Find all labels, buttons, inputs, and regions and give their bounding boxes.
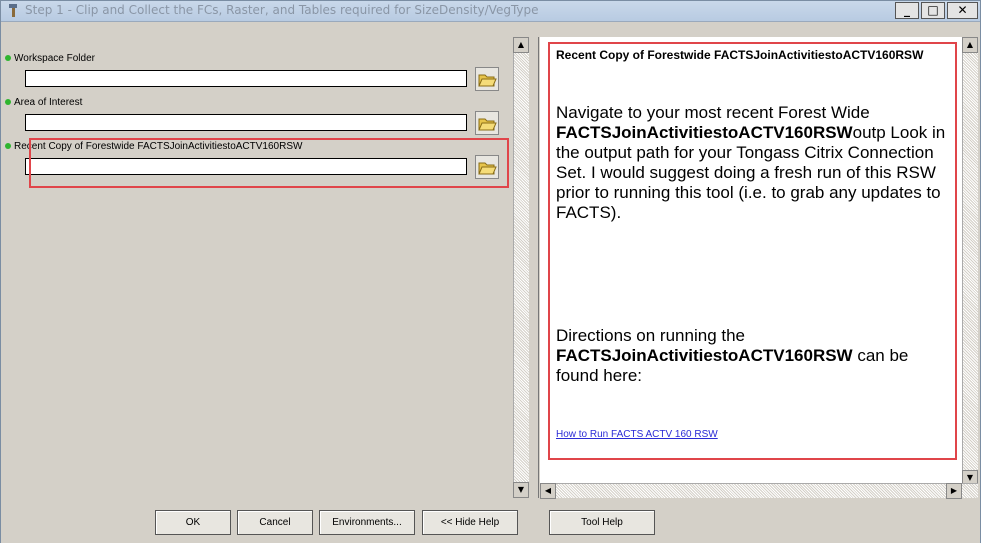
open-folder-icon: [478, 118, 497, 131]
scroll-left-arrow-icon[interactable]: ◀: [540, 483, 556, 499]
scroll-right-arrow-icon[interactable]: ▶: [946, 483, 962, 499]
cancel-button[interactable]: Cancel: [237, 510, 313, 535]
scroll-down-arrow-icon[interactable]: ▼: [513, 482, 529, 498]
tool-help-button[interactable]: Tool Help: [549, 510, 655, 535]
help-paragraph-2: Directions on running the FACTSJoinActiv…: [556, 326, 909, 385]
hammer-tool-icon: [9, 4, 17, 17]
param-label-workspace-folder: Workspace Folder: [5, 53, 95, 64]
recent-copy-highlight-box: [29, 138, 509, 188]
workspace-folder-input[interactable]: [25, 70, 467, 87]
help-paragraph-1: Navigate to your most recent Forest Wide…: [556, 103, 946, 222]
scroll-up-arrow-icon[interactable]: ▲: [962, 37, 978, 53]
required-dot-icon: [5, 143, 11, 150]
title-bar: Step 1 - Clip and Collect the FCs, Raste…: [1, 1, 980, 22]
required-dot-icon: [5, 99, 11, 106]
help-vertical-scrollbar[interactable]: ▲ ▼: [962, 37, 978, 486]
param-label-area-of-interest: Area of Interest: [5, 97, 82, 108]
tool-dialog-window: Step 1 - Clip and Collect the FCs, Raste…: [0, 0, 981, 543]
close-button[interactable]: ✕: [947, 2, 978, 19]
area-of-interest-input[interactable]: [25, 114, 467, 131]
environments-button[interactable]: Environments...: [319, 510, 415, 535]
open-folder-icon: [478, 74, 497, 87]
minimize-button[interactable]: _: [895, 2, 919, 19]
button-bar: OK Cancel Environments... << Hide Help T…: [1, 503, 980, 543]
help-link-run-facts[interactable]: How to Run FACTS ACTV 160 RSW: [556, 429, 718, 440]
hide-help-button[interactable]: << Hide Help: [422, 510, 518, 535]
pane-divider[interactable]: [538, 37, 539, 498]
ok-button[interactable]: OK: [155, 510, 231, 535]
parameters-vertical-scrollbar[interactable]: ▲ ▼: [513, 37, 529, 498]
required-dot-icon: [5, 55, 11, 62]
help-horizontal-scrollbar[interactable]: ◀ ▶: [540, 483, 978, 499]
area-of-interest-browse-button[interactable]: [475, 111, 499, 135]
parameters-pane: [9, 37, 531, 498]
help-title: Recent Copy of Forestwide FACTSJoinActiv…: [556, 48, 924, 62]
maximize-button[interactable]: □: [921, 2, 945, 19]
workspace-folder-browse-button[interactable]: [475, 67, 499, 91]
window-title: Step 1 - Clip and Collect the FCs, Raste…: [25, 3, 539, 17]
scroll-up-arrow-icon[interactable]: ▲: [513, 37, 529, 53]
